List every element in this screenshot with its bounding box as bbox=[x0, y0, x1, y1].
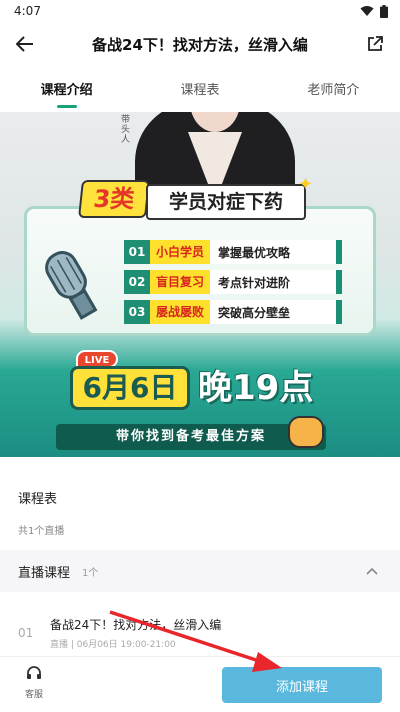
banner-time: 晚19点 bbox=[198, 368, 314, 408]
sparkle-icon: ✦ bbox=[298, 174, 314, 195]
course-title: 备战24下！找对方法，丝滑入编 bbox=[50, 618, 222, 632]
tab-bar: 课程介绍 课程表 老师简介 bbox=[0, 72, 400, 112]
back-arrow-icon bbox=[16, 36, 33, 52]
page-title: 备战24下！找对方法，丝滑入编 bbox=[92, 35, 308, 54]
status-bar: 4:07 bbox=[0, 0, 400, 22]
fist-icon bbox=[288, 416, 324, 448]
course-list-item[interactable]: 01 备战24下！找对方法，丝滑入编 直播 | 06月06日 19:00-21:… bbox=[0, 606, 400, 656]
share-icon bbox=[368, 36, 383, 51]
microphone-icon bbox=[45, 251, 98, 320]
title-bar: 备战24下！找对方法，丝滑入编 bbox=[0, 22, 400, 66]
banner-date: 6月6日 bbox=[70, 366, 190, 410]
share-button[interactable] bbox=[350, 22, 400, 66]
back-button[interactable] bbox=[0, 22, 50, 66]
live-course-group-header[interactable]: 直播课程 1个 bbox=[0, 550, 400, 592]
customer-service-button[interactable]: 客服 bbox=[14, 665, 54, 700]
battery-icon bbox=[380, 4, 388, 18]
banner-headline: 学员对症下药 bbox=[146, 184, 306, 220]
course-index: 01 bbox=[18, 626, 34, 640]
group-title: 直播课程 bbox=[18, 565, 71, 581]
tab-course-intro[interactable]: 课程介绍 bbox=[0, 72, 133, 112]
banner-tag: 带头人 bbox=[119, 114, 129, 144]
tab-teacher[interactable]: 老师简介 bbox=[267, 72, 400, 112]
tab-schedule[interactable]: 课程表 bbox=[133, 72, 266, 112]
add-course-button[interactable]: 添加课程 bbox=[222, 667, 382, 703]
schedule-count: 共1个直播 bbox=[18, 526, 65, 537]
status-time: 4:07 bbox=[14, 4, 41, 18]
course-meta: 直播 | 06月06日 19:00-21:00 bbox=[50, 640, 176, 650]
course-banner: 带头人 3类 学员对症下药 ✦ 01 小白学员 掌握最优攻略 02 盲目复习 考… bbox=[0, 112, 400, 457]
bottom-bar: 客服 添加课程 bbox=[0, 656, 400, 712]
schedule-title: 课程表 bbox=[18, 492, 58, 507]
group-count: 1个 bbox=[82, 567, 99, 579]
banner-row: 03 屡战屡败 突破高分壁垒 bbox=[124, 300, 342, 324]
service-label: 客服 bbox=[24, 690, 43, 700]
chevron-up-icon[interactable] bbox=[362, 561, 382, 581]
headset-icon bbox=[27, 666, 41, 679]
banner-row: 01 小白学员 掌握最优攻略 bbox=[124, 240, 342, 264]
banner-badge: 3类 bbox=[78, 180, 150, 218]
banner-row: 02 盲目复习 考点针对进阶 bbox=[124, 270, 342, 294]
wifi-icon bbox=[360, 6, 374, 16]
banner-slogan: 带你找到备考最佳方案 bbox=[56, 424, 326, 450]
